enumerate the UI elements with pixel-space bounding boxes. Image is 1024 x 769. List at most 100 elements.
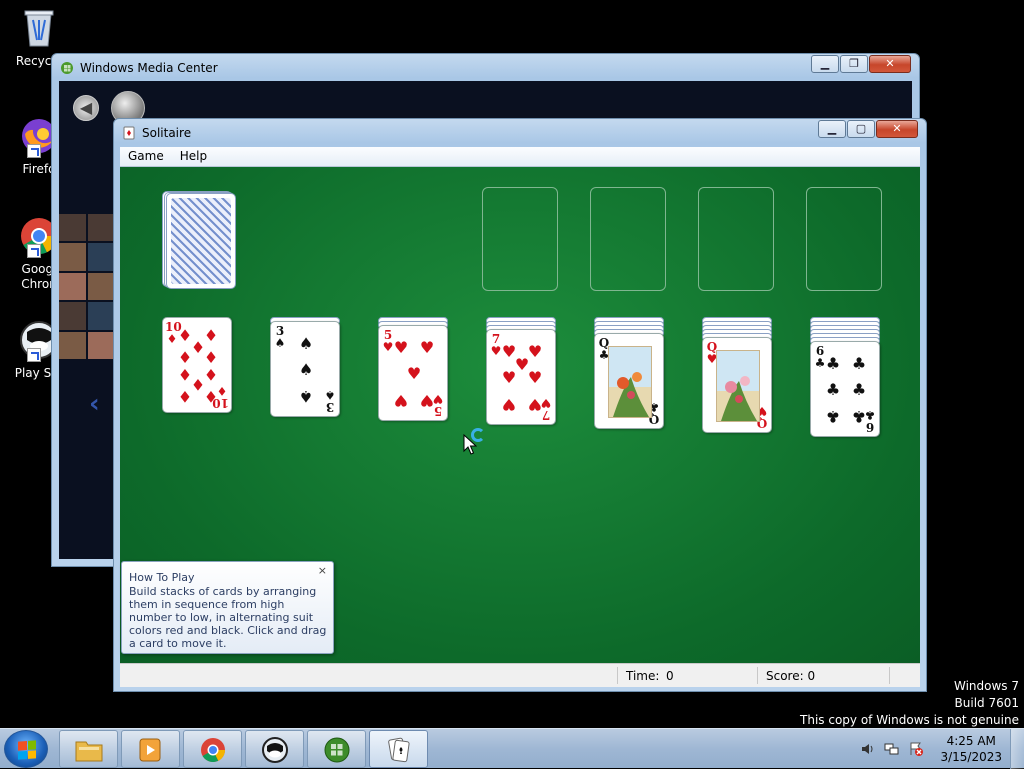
- solitaire-icon: [122, 126, 136, 140]
- clock[interactable]: 4:25 AM 3/15/2023: [940, 733, 1002, 765]
- scroll-left-icon[interactable]: ‹: [89, 389, 100, 419]
- busy-spinner-icon: [471, 428, 485, 442]
- taskbar-media-center[interactable]: [307, 730, 366, 768]
- chrome-icon: [201, 738, 226, 763]
- card-suit-diamonds-icon: ♦: [203, 387, 219, 406]
- solitaire-icon: [388, 737, 410, 763]
- playing-card[interactable]: Q ♥ Q ♥: [702, 337, 772, 433]
- card-suit-spades-icon: ♠: [298, 387, 314, 406]
- media-player-icon: [139, 738, 161, 762]
- how-to-play-title: How To Play: [129, 571, 195, 584]
- window-title: Solitaire: [142, 126, 192, 140]
- card-suit-hearts-icon: ♥: [501, 395, 517, 414]
- taskbar-chrome[interactable]: [183, 730, 242, 768]
- close-icon: ✕: [892, 122, 902, 135]
- card-suit-hearts-icon: ♥: [393, 338, 409, 357]
- minimize-button[interactable]: ▁: [818, 120, 846, 138]
- card-suit-spades-icon: ♠: [298, 360, 314, 379]
- media-center-icon: [324, 737, 350, 763]
- card-suit-hearts-icon: ♥: [501, 368, 517, 387]
- playing-card[interactable]: 5 ♥ 5 ♥ ♥ ♥ ♥ ♥ ♥: [378, 325, 448, 421]
- restore-icon: ❐: [849, 57, 859, 70]
- taskbar-explorer[interactable]: [59, 730, 118, 768]
- how-to-play-tooltip: How To Play Build stacks of cards by arr…: [121, 561, 334, 654]
- watermark-build: Build 7601: [954, 696, 1019, 710]
- windows-logo-icon: [18, 740, 36, 760]
- playing-card[interactable]: 10 ♦ 10 ♦ ♦ ♦ ♦ ♦ ♦ ♦ ♦ ♦ ♦ ♦: [162, 317, 232, 413]
- card-suit-clubs-icon: ♣: [851, 380, 867, 399]
- card-suit-diamonds-icon: ♦: [177, 387, 193, 406]
- watermark-os: Windows 7: [953, 679, 1019, 693]
- back-button[interactable]: ◀: [73, 95, 99, 121]
- card-suit-spades-icon: ♠: [274, 336, 286, 350]
- taskbar-media-player[interactable]: [121, 730, 180, 768]
- network-icon[interactable]: [884, 741, 900, 757]
- media-center-icon: [60, 61, 74, 75]
- foundation-slot[interactable]: [590, 187, 666, 291]
- card-rank-corner: 3 ♠: [273, 325, 287, 349]
- media-center-titlebar[interactable]: Windows Media Center ▁ ❐ ✕: [52, 54, 919, 82]
- card-rank: 3: [325, 400, 335, 414]
- playing-card[interactable]: Q ♣ Q ♣: [594, 333, 664, 429]
- card-suit-hearts-icon: ♥: [419, 391, 435, 410]
- face-card-artwork: [608, 346, 652, 418]
- close-button[interactable]: ✕: [876, 120, 918, 138]
- minimize-button[interactable]: ▁: [811, 55, 839, 73]
- card-suit-spades-icon: ♠: [298, 334, 314, 353]
- menu-help[interactable]: Help: [172, 147, 215, 166]
- shortcut-arrow-icon: [27, 244, 41, 258]
- card-suit-clubs-icon: ♣: [825, 354, 841, 373]
- maximize-button[interactable]: ▢: [847, 120, 875, 138]
- card-suit-diamonds-icon: ♦: [203, 348, 219, 367]
- foundation-slot[interactable]: [482, 187, 558, 291]
- close-icon[interactable]: ×: [318, 564, 327, 577]
- time-value: 0: [666, 668, 674, 683]
- card-suit-hearts-icon: ♥: [527, 368, 543, 387]
- maximize-icon: ▢: [855, 122, 867, 135]
- playing-card[interactable]: 3 ♠ 3 ♠ ♠ ♠ ♠: [270, 321, 340, 417]
- time-label: Time:: [626, 668, 660, 683]
- card-suit-clubs-icon: ♣: [825, 407, 841, 426]
- menu-bar: Game Help: [120, 147, 920, 167]
- taskbar-play-store[interactable]: [245, 730, 304, 768]
- window-title: Windows Media Center: [80, 61, 218, 75]
- recycle-bin-icon: [17, 6, 61, 50]
- foundation-slot[interactable]: [698, 187, 774, 291]
- menu-game[interactable]: Game: [120, 147, 172, 166]
- minimize-icon: ▁: [820, 57, 830, 70]
- card-suit-clubs-icon: ♣: [825, 380, 841, 399]
- shortcut-arrow-icon: [27, 144, 41, 158]
- start-button[interactable]: [4, 730, 48, 768]
- how-to-play-text: Build stacks of cards by arranging them …: [129, 585, 327, 650]
- taskbar: 4:25 AM 3/15/2023: [0, 728, 1024, 769]
- taskbar-solitaire[interactable]: [369, 730, 428, 768]
- card-suit-hearts-icon: ♥: [527, 395, 543, 414]
- foundation-slot[interactable]: [806, 187, 882, 291]
- close-button[interactable]: ✕: [869, 55, 911, 73]
- card-suit-hearts-icon: ♥: [393, 391, 409, 410]
- media-thumbnail-strip[interactable]: [59, 214, 114, 359]
- card-rank-corner: 3 ♠: [323, 388, 337, 414]
- card-suit-clubs-icon: ♣: [851, 407, 867, 426]
- maximize-button[interactable]: ❐: [840, 55, 868, 73]
- clock-time: 4:25 AM: [946, 734, 996, 748]
- card-back[interactable]: [166, 193, 236, 289]
- solitaire-titlebar[interactable]: Solitaire ▁ ▢ ✕: [114, 119, 926, 147]
- shortcut-arrow-icon: [27, 348, 41, 362]
- card-suit-hearts-icon: ♥: [419, 338, 435, 357]
- windows-watermark: Windows 7 Build 7601 This copy of Window…: [800, 678, 1019, 729]
- action-center-warning-icon[interactable]: [908, 741, 924, 757]
- show-desktop-button[interactable]: [1010, 729, 1024, 769]
- playing-card[interactable]: 6 ♣ 6 ♣ ♣ ♣ ♣ ♣ ♣ ♣: [810, 341, 880, 437]
- volume-icon[interactable]: [860, 741, 876, 757]
- close-icon: ✕: [885, 57, 895, 70]
- explorer-icon: [75, 741, 103, 762]
- card-suit-diamonds-icon: ♦: [177, 348, 193, 367]
- playing-card[interactable]: 7 ♥ 7 ♥ ♥ ♥ ♥ ♥ ♥ ♥ ♥: [486, 329, 556, 425]
- card-suit-hearts-icon: ♥: [406, 364, 422, 383]
- clock-date: 3/15/2023: [940, 750, 1002, 764]
- card-suit-clubs-icon: ♣: [851, 354, 867, 373]
- face-card-artwork: [716, 350, 760, 422]
- card-suit-spades-icon: ♠: [324, 388, 336, 402]
- back-arrow-icon: ◀: [79, 98, 93, 117]
